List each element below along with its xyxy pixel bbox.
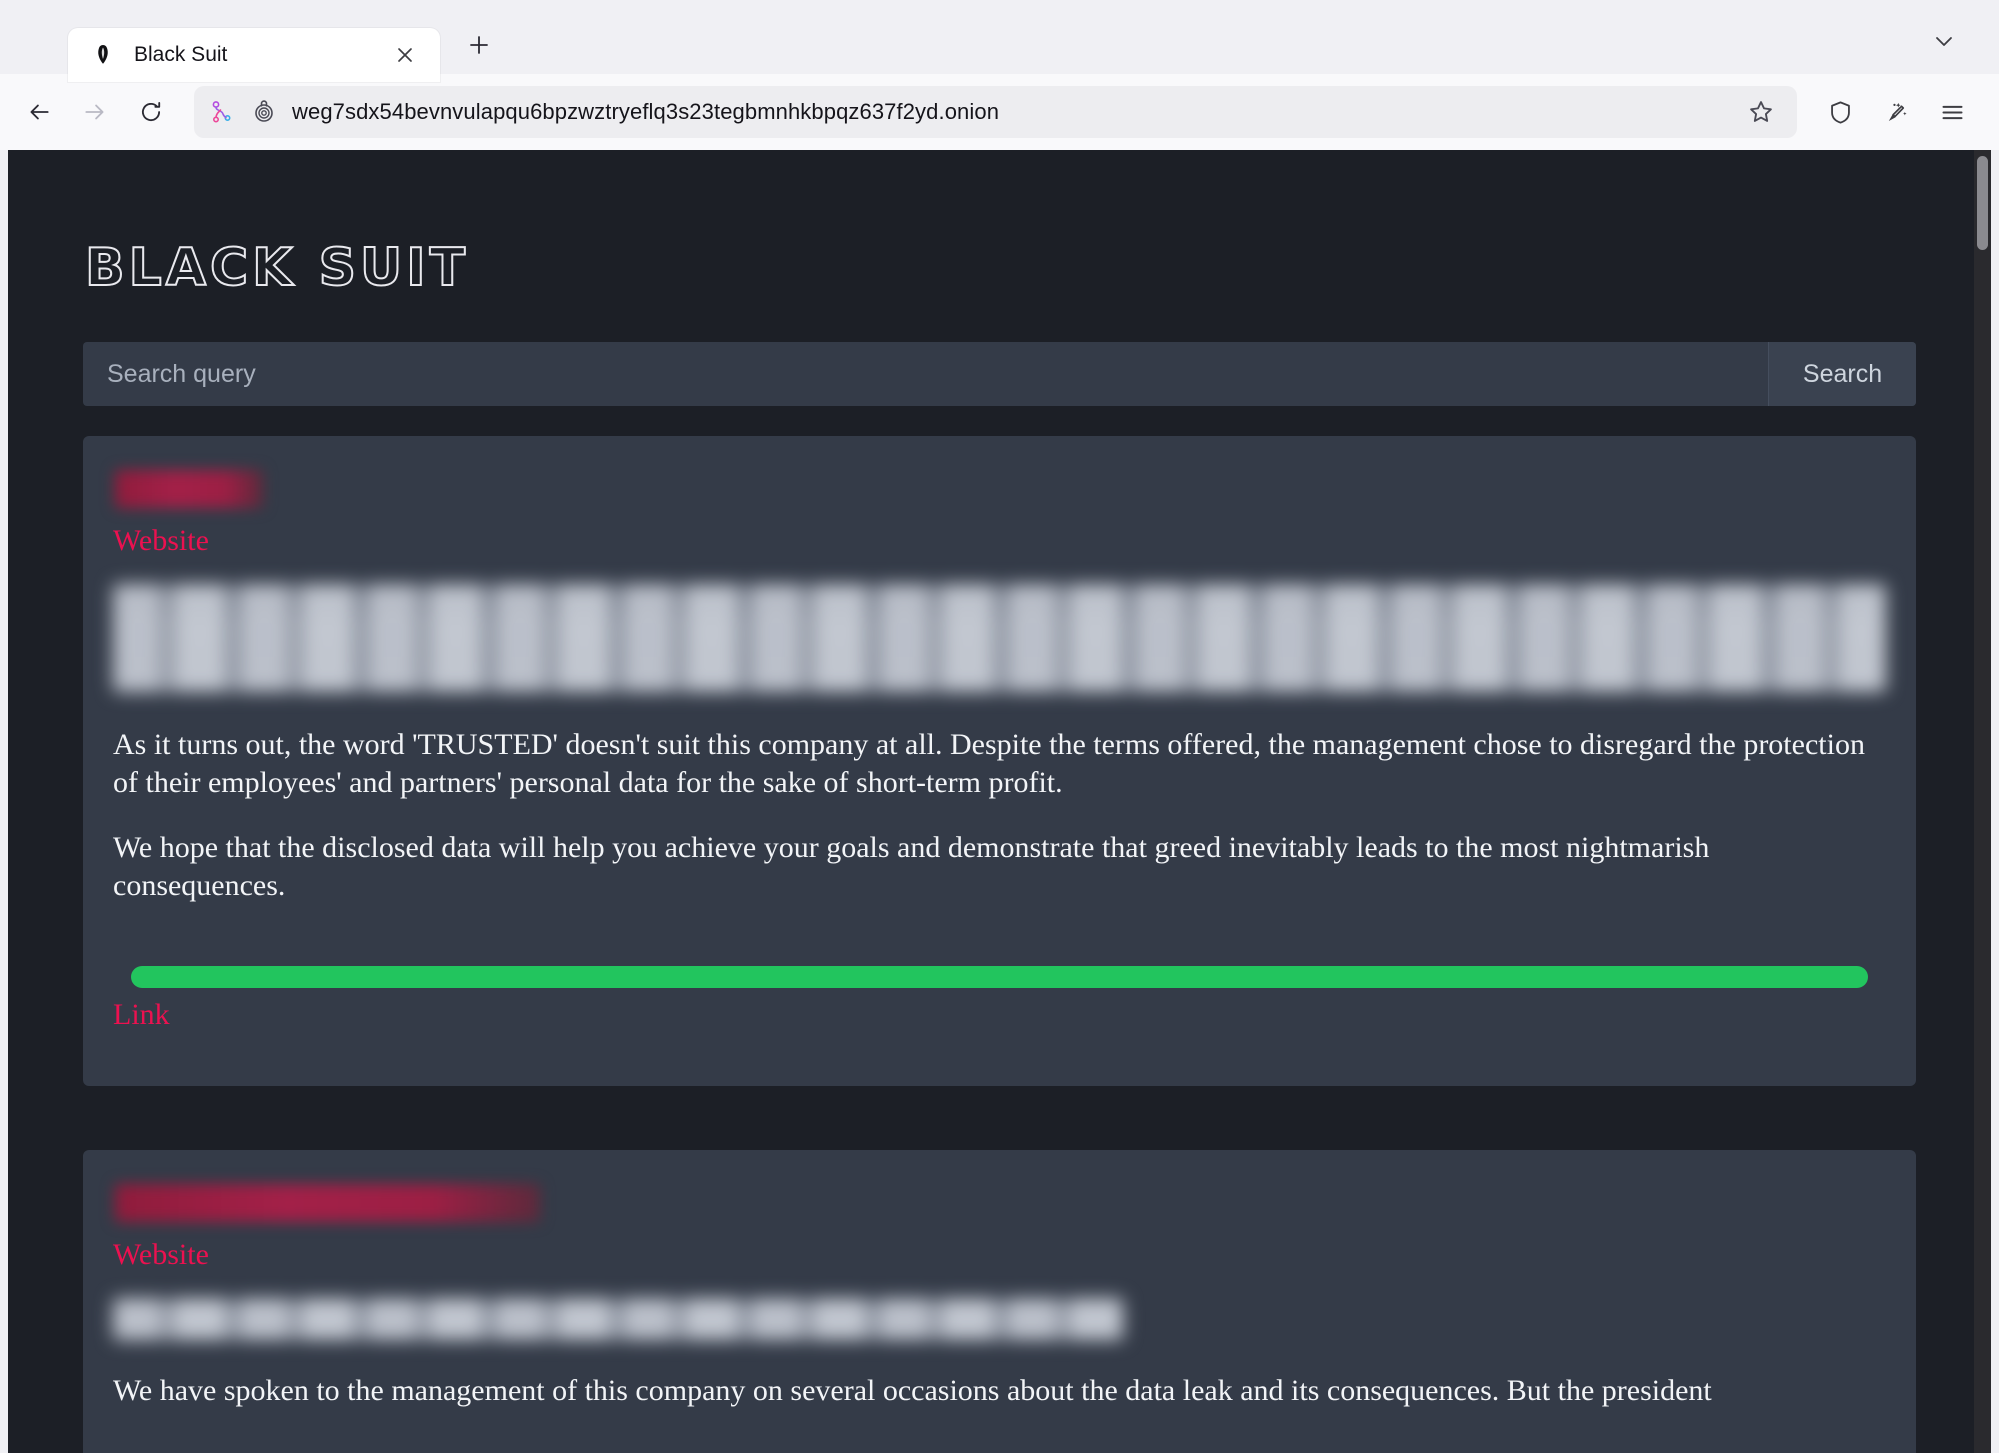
url-text: weg7sdx54bevnvulapqu6bpzwztryeflq3s23teg…: [292, 99, 1000, 124]
tor-circuit-icon[interactable]: [208, 98, 236, 126]
tab-strip: Black Suit: [0, 0, 1999, 82]
address-bar[interactable]: weg7sdx54bevnvulapqu6bpzwztryeflq3s23teg…: [194, 86, 1797, 138]
result-paragraph: As it turns out, the word 'TRUSTED' does…: [113, 728, 1865, 800]
star-icon[interactable]: [1741, 92, 1781, 132]
search-button[interactable]: Search: [1768, 342, 1916, 406]
website-link[interactable]: Website: [113, 524, 209, 558]
leak-progress-bar: [131, 965, 1868, 988]
broom-sparkle-icon[interactable]: [1871, 87, 1921, 137]
navigation-toolbar: weg7sdx54bevnvulapqu6bpzwztryeflq3s23teg…: [0, 74, 1999, 150]
tab-title: Black Suit: [134, 43, 228, 66]
redacted-company-name: [115, 1183, 540, 1222]
page-title-text: BLACK SUIT: [84, 237, 470, 299]
browser-tab[interactable]: Black Suit: [68, 28, 440, 82]
blacksuit-leak-site: BLACK SUIT Search Website As it turns ou…: [8, 150, 1991, 1453]
redacted-content-block: [113, 1297, 1124, 1340]
new-tab-button[interactable]: [458, 24, 500, 66]
progress-wrapper: [113, 932, 1886, 998]
page-content: BLACK SUIT Search Website As it turns ou…: [83, 150, 1916, 1453]
page-title: BLACK SUIT: [84, 237, 1916, 299]
page-viewport: BLACK SUIT Search Website As it turns ou…: [8, 150, 1991, 1453]
search-input[interactable]: [83, 342, 1768, 406]
blacksuit-logo-icon: [90, 42, 116, 68]
result-card: Website We have spoken to the management…: [83, 1149, 1916, 1453]
onion-lock-icon: [250, 98, 278, 126]
redacted-company-name: [115, 470, 263, 508]
result-paragraph: We have spoken to the management of this…: [113, 1373, 1712, 1407]
browser-window: Black Suit weg7sdx54bevnvulapqu6bpzwztry…: [0, 0, 1999, 1453]
redacted-content-block: [113, 584, 1886, 692]
download-link[interactable]: Link: [113, 998, 170, 1032]
arrow-right-icon[interactable]: [70, 87, 120, 137]
shield-icon[interactable]: [1815, 87, 1865, 137]
hamburger-menu-icon[interactable]: [1927, 87, 1977, 137]
arrow-left-icon[interactable]: [14, 87, 64, 137]
close-icon[interactable]: [388, 38, 422, 72]
result-card: Website As it turns out, the word 'TRUST…: [83, 436, 1916, 1086]
scrollbar-thumb[interactable]: [1977, 156, 1988, 250]
search-bar: Search: [83, 342, 1916, 406]
chevron-down-icon[interactable]: [1923, 20, 1965, 62]
result-paragraph: We hope that the disclosed data will hel…: [113, 830, 1710, 903]
website-link[interactable]: Website: [113, 1238, 209, 1272]
reload-icon[interactable]: [126, 87, 176, 137]
page-scrollbar[interactable]: [1974, 150, 1991, 1453]
